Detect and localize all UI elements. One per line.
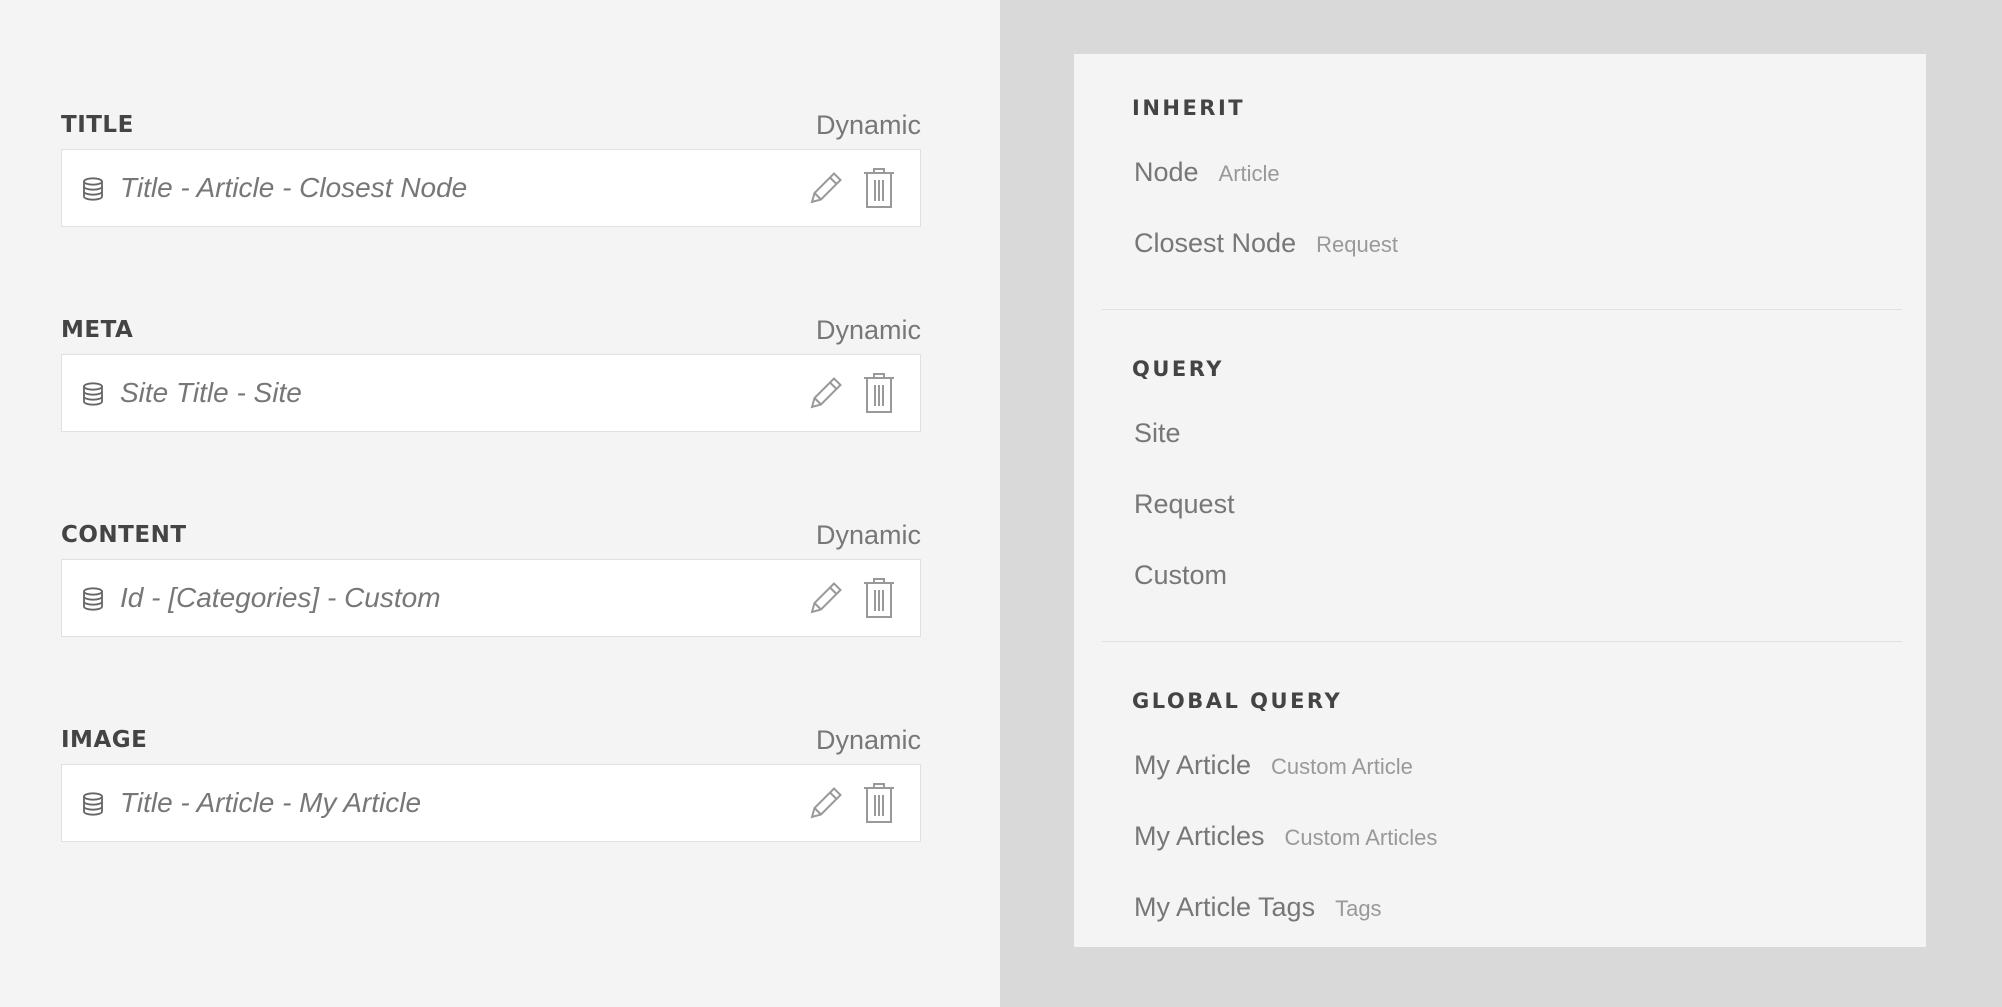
section-divider [1102, 309, 1902, 310]
menu-item-my-articles[interactable]: My Articles Custom Articles [1134, 821, 1437, 852]
field-label: TITLE [61, 112, 134, 138]
database-icon [83, 382, 103, 406]
database-icon [83, 792, 103, 816]
trash-icon[interactable] [862, 167, 896, 209]
field-value: Title - Article - My Article [120, 787, 422, 818]
field-input[interactable]: Site Title - Site [61, 354, 921, 432]
trash-icon[interactable] [862, 782, 896, 824]
field-input[interactable]: Title - Article - My Article [61, 764, 921, 842]
trash-icon[interactable] [862, 577, 896, 619]
menu-item-my-article-tags[interactable]: My Article Tags Tags [1134, 892, 1382, 923]
pencil-icon[interactable] [808, 580, 844, 616]
field-meta: META Dynamic Site Title - Site [61, 315, 921, 432]
field-value: Site Title - Site [120, 377, 302, 408]
section-title-global-query: GLOBAL QUERY [1132, 689, 1343, 713]
menu-item-label: Request [1134, 489, 1235, 519]
menu-item-type: Custom Articles [1284, 825, 1438, 850]
fields-pane: TITLE Dynamic Title - Article - Closest … [0, 0, 1000, 1007]
menu-item-custom[interactable]: Custom [1134, 560, 1227, 591]
field-label: CONTENT [61, 522, 187, 548]
menu-item-label: My Articles [1134, 821, 1265, 851]
menu-item-node[interactable]: Node Article [1134, 157, 1280, 188]
field-content: CONTENT Dynamic Id - [Categories] - Cust… [61, 520, 921, 637]
menu-item-type: Custom Article [1271, 754, 1413, 779]
menu-item-label: Node [1134, 157, 1199, 187]
section-title-inherit: INHERIT [1132, 96, 1246, 120]
menu-item-my-article[interactable]: My Article Custom Article [1134, 750, 1413, 781]
field-image: IMAGE Dynamic Title - Article - My Artic… [61, 725, 921, 842]
trash-icon[interactable] [862, 372, 896, 414]
field-value: Id - [Categories] - Custom [120, 582, 441, 613]
database-icon [83, 177, 103, 201]
database-icon [83, 587, 103, 611]
section-title-query: QUERY [1132, 357, 1224, 381]
menu-item-type: Article [1218, 161, 1280, 186]
menu-item-closest-node[interactable]: Closest Node Request [1134, 228, 1398, 259]
field-mode-toggle[interactable]: Dynamic [816, 315, 921, 346]
field-mode-toggle[interactable]: Dynamic [816, 520, 921, 551]
field-label: META [61, 317, 134, 343]
menu-item-request[interactable]: Request [1134, 489, 1235, 520]
pencil-icon[interactable] [808, 375, 844, 411]
menu-item-label: Site [1134, 418, 1181, 448]
source-picker-panel: INHERIT Node Article Closest Node Request … [1074, 54, 1926, 947]
menu-item-type: Request [1316, 232, 1399, 257]
field-input[interactable]: Id - [Categories] - Custom [61, 559, 921, 637]
field-value: Title - Article - Closest Node [120, 172, 468, 203]
menu-item-label: My Article Tags [1134, 892, 1316, 922]
section-divider [1102, 641, 1902, 642]
pencil-icon[interactable] [808, 785, 844, 821]
field-title: TITLE Dynamic Title - Article - Closest … [61, 110, 921, 227]
menu-item-label: Custom [1134, 560, 1228, 590]
field-input[interactable]: Title - Article - Closest Node [61, 149, 921, 227]
menu-item-label: Closest Node [1134, 228, 1297, 258]
field-label: IMAGE [61, 727, 148, 753]
menu-item-site[interactable]: Site [1134, 418, 1181, 449]
menu-item-label: My Article [1134, 750, 1252, 780]
field-mode-toggle[interactable]: Dynamic [816, 110, 921, 141]
field-mode-toggle[interactable]: Dynamic [816, 725, 921, 756]
pencil-icon[interactable] [808, 170, 844, 206]
menu-item-type: Tags [1335, 896, 1382, 921]
